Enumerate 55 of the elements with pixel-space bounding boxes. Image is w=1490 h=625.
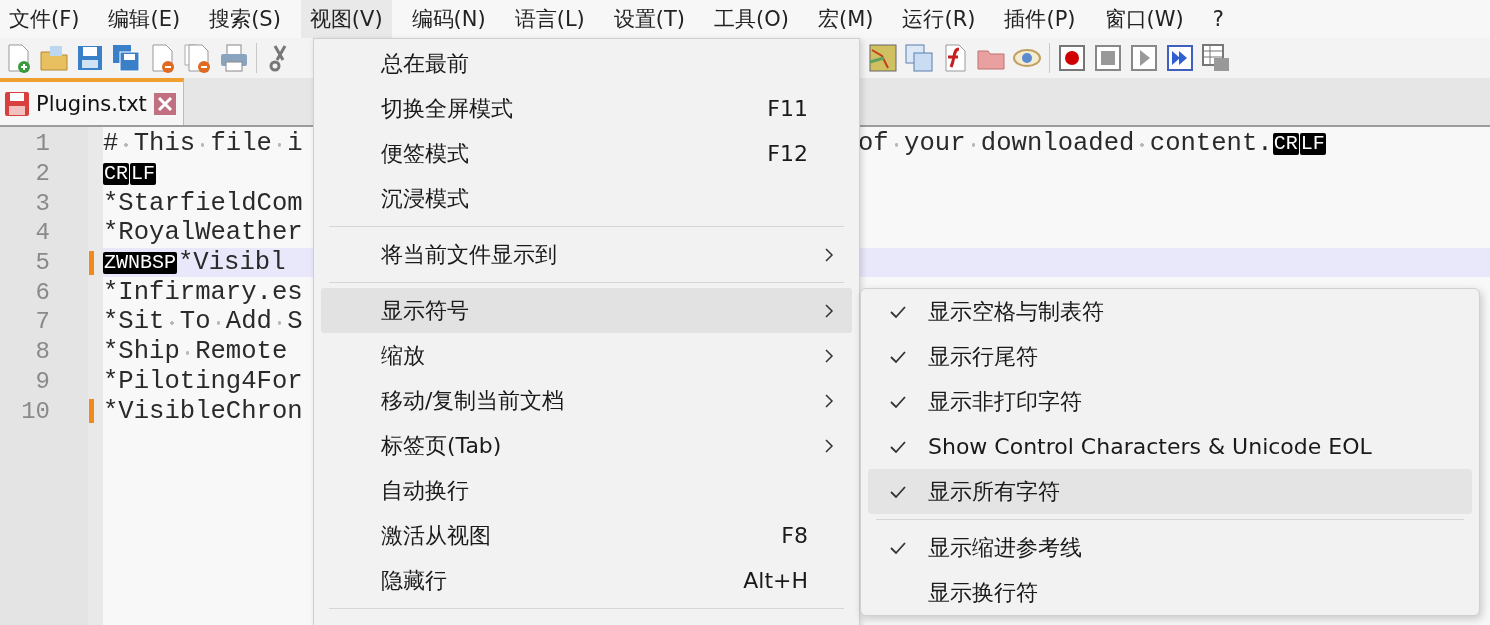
menu-option[interactable]: 总在最前 xyxy=(321,41,852,86)
menu-option[interactable]: 缩放 xyxy=(321,333,852,378)
file-tab[interactable]: Plugins.txt xyxy=(0,78,184,125)
line-number: 2 xyxy=(35,160,50,188)
menu-option[interactable]: 显示行尾符 xyxy=(868,334,1472,379)
line-number: 10 xyxy=(21,397,50,425)
menu-item[interactable]: 编码(N) xyxy=(402,0,495,38)
menu-option[interactable]: 移动/复制当前文档 xyxy=(321,378,852,423)
code-text: *Piloting4For xyxy=(103,366,303,396)
line-number: 5 xyxy=(35,249,50,277)
line-number: 1 xyxy=(35,130,50,158)
menu-option[interactable]: 标签页(Tab) xyxy=(321,423,852,468)
menu-option[interactable]: 将当前文件显示到 xyxy=(321,232,852,277)
code-text: *Infirmary.es xyxy=(103,277,303,307)
menu-item[interactable]: 窗口(W) xyxy=(1095,0,1193,38)
line-number: 3 xyxy=(35,189,50,217)
code-text: *VisibleChron xyxy=(103,396,303,426)
menu-item[interactable]: 设置(T) xyxy=(604,0,695,38)
line-number: 7 xyxy=(35,308,50,336)
menu-option[interactable]: 显示换行符 xyxy=(868,570,1472,615)
menu-item[interactable]: 插件(P) xyxy=(995,0,1085,38)
menu-option[interactable]: 隐藏行 Alt+H xyxy=(321,558,852,603)
menu-option[interactable]: 显示非打印字符 xyxy=(868,379,1472,424)
menu-option[interactable]: 显示符号 xyxy=(321,288,852,333)
menu-item[interactable]: 宏(M) xyxy=(808,0,883,38)
menu-item[interactable]: 搜索(S) xyxy=(200,0,290,38)
tab-label: Plugins.txt xyxy=(36,91,147,116)
menu-item[interactable]: ? xyxy=(1203,0,1233,38)
code-text: *StarfieldCom xyxy=(103,188,303,218)
code-text: *Ship Remote xyxy=(103,337,288,367)
menu-item[interactable]: 语言(L) xyxy=(505,0,594,38)
code-text: ZWNBSP*Visibl xyxy=(103,248,286,278)
line-number: 4 xyxy=(35,219,50,247)
menu-item[interactable]: 运行(R) xyxy=(893,0,985,38)
line-number: 9 xyxy=(35,367,50,395)
menu-option[interactable]: 沉浸模式 xyxy=(321,176,852,221)
line-number: 6 xyxy=(35,278,50,306)
menu-option[interactable]: 便签模式 F12 xyxy=(321,131,852,176)
code-text: of your downloaded content.CR LF xyxy=(858,129,1327,159)
code-text: *Sit To Add S xyxy=(103,307,303,337)
code-text: *RoyalWeather xyxy=(103,218,303,248)
code-text: CR LF xyxy=(103,162,158,185)
code-text: # This file i xyxy=(103,129,303,159)
menu-option[interactable]: 显示所有字符 xyxy=(868,469,1472,514)
menu-option[interactable]: 激活从视图 F8 xyxy=(321,513,852,558)
menu-option[interactable]: Show Control Characters & Unicode EOL xyxy=(868,424,1472,469)
menu-option[interactable]: 切换全屏模式 F11 xyxy=(321,86,852,131)
menu-item[interactable]: 视图(V) xyxy=(300,0,392,38)
menu-option[interactable]: 自动换行 xyxy=(321,468,852,513)
line-number: 8 xyxy=(35,338,50,366)
menu-option[interactable]: 显示缩进参考线 xyxy=(868,525,1472,570)
menu-item[interactable]: 编辑(E) xyxy=(99,0,190,38)
menu-item[interactable]: 工具(O) xyxy=(705,0,798,38)
menu-option[interactable]: 显示空格与制表符 xyxy=(868,289,1472,334)
menu-item[interactable]: 文件(F) xyxy=(0,0,89,38)
